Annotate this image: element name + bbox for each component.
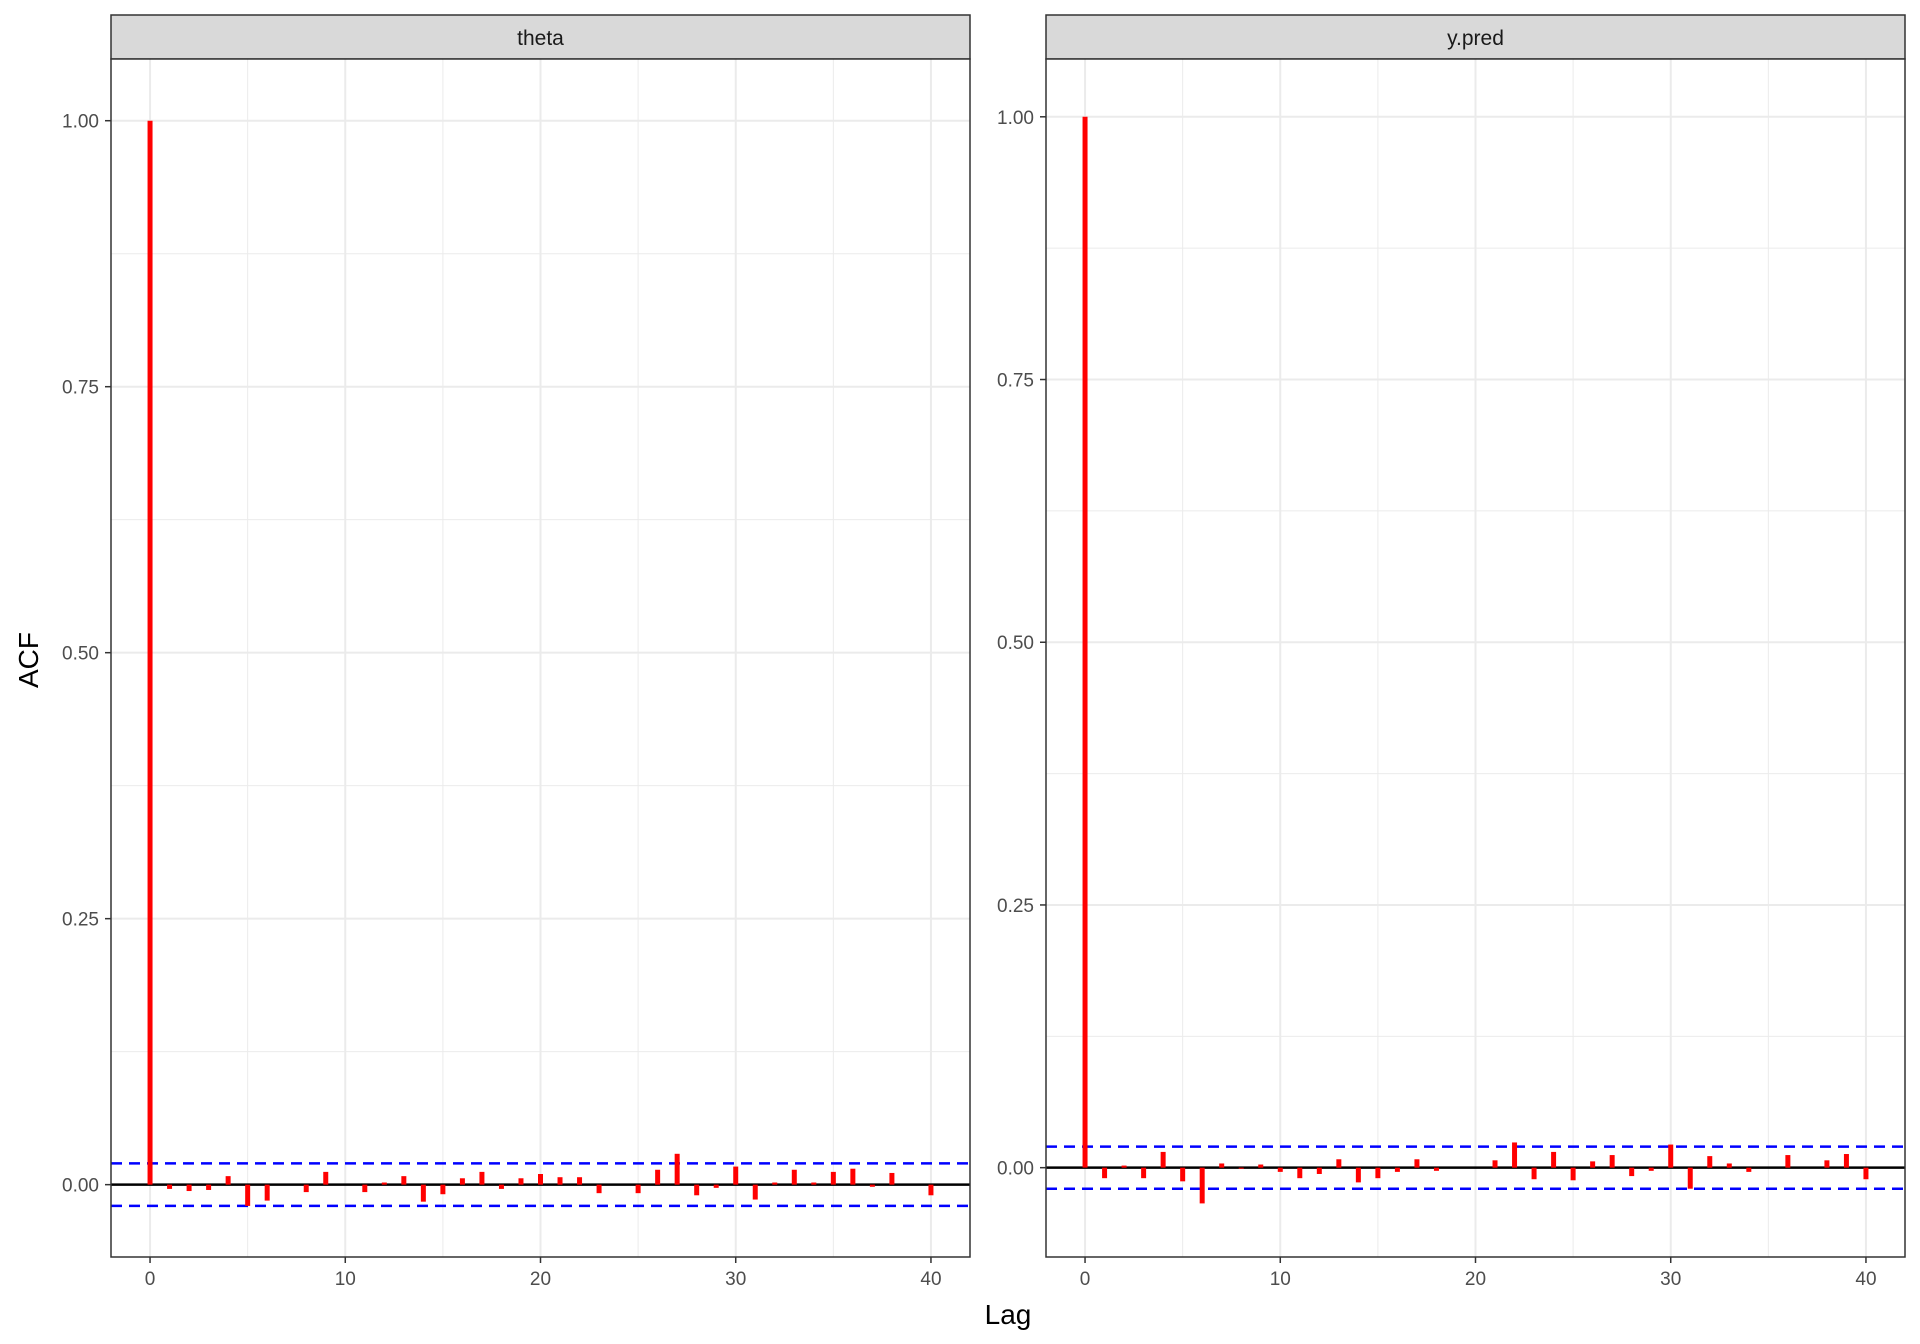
- y-tick-label: 0.00: [62, 1176, 99, 1197]
- y-tick-label: 0.50: [62, 644, 99, 665]
- acf-facet-plot: theta 0.00 0.25 0.50 0.75 1.00 0 10 20 30 40 y.p…: [13, 14, 1906, 1330]
- y-tick-label: 0.75: [62, 378, 99, 399]
- y-axis-y-pred: 0.00 0.25 0.50 0.75 1.00: [997, 108, 1046, 1180]
- strip-label-theta: theta: [517, 27, 564, 50]
- grid-theta: [111, 59, 970, 1257]
- y-tick-label: 0.25: [62, 910, 99, 931]
- y-tick-label: 0.50: [997, 633, 1034, 654]
- x-tick-label: 20: [1465, 1269, 1486, 1290]
- x-tick-label: 30: [1660, 1269, 1681, 1290]
- panel-theta: theta 0.00 0.25 0.50 0.75 1.00 0 10 20 30 40: [62, 14, 971, 1290]
- grid-y-pred: [1046, 59, 1905, 1257]
- x-axis-title: Lag: [985, 1299, 1032, 1330]
- panel-y-pred: y.pred 0.00 0.25 0.50 0.75 1.00 0 10 20 30 40: [997, 14, 1906, 1290]
- x-tick-label: 30: [725, 1269, 746, 1290]
- y-axis-title: ACF: [13, 632, 44, 688]
- x-tick-label: 40: [1855, 1269, 1876, 1290]
- x-axis-y-pred: 0 10 20 30 40: [1080, 1257, 1877, 1290]
- x-tick-label: 20: [530, 1269, 551, 1290]
- x-tick-label: 10: [1270, 1269, 1291, 1290]
- x-axis-theta: 0 10 20 30 40: [145, 1257, 942, 1290]
- x-tick-label: 10: [335, 1269, 356, 1290]
- x-tick-label: 40: [920, 1269, 941, 1290]
- x-tick-label: 0: [145, 1269, 156, 1290]
- y-tick-label: 1.00: [997, 108, 1034, 129]
- y-tick-label: 1.00: [62, 112, 99, 133]
- y-tick-label: 0.75: [997, 371, 1034, 392]
- y-tick-label: 0.25: [997, 896, 1034, 917]
- y-axis-theta: 0.00 0.25 0.50 0.75 1.00: [62, 112, 111, 1197]
- y-tick-label: 0.00: [997, 1159, 1034, 1180]
- strip-label-y-pred: y.pred: [1447, 27, 1504, 50]
- x-tick-label: 0: [1080, 1269, 1091, 1290]
